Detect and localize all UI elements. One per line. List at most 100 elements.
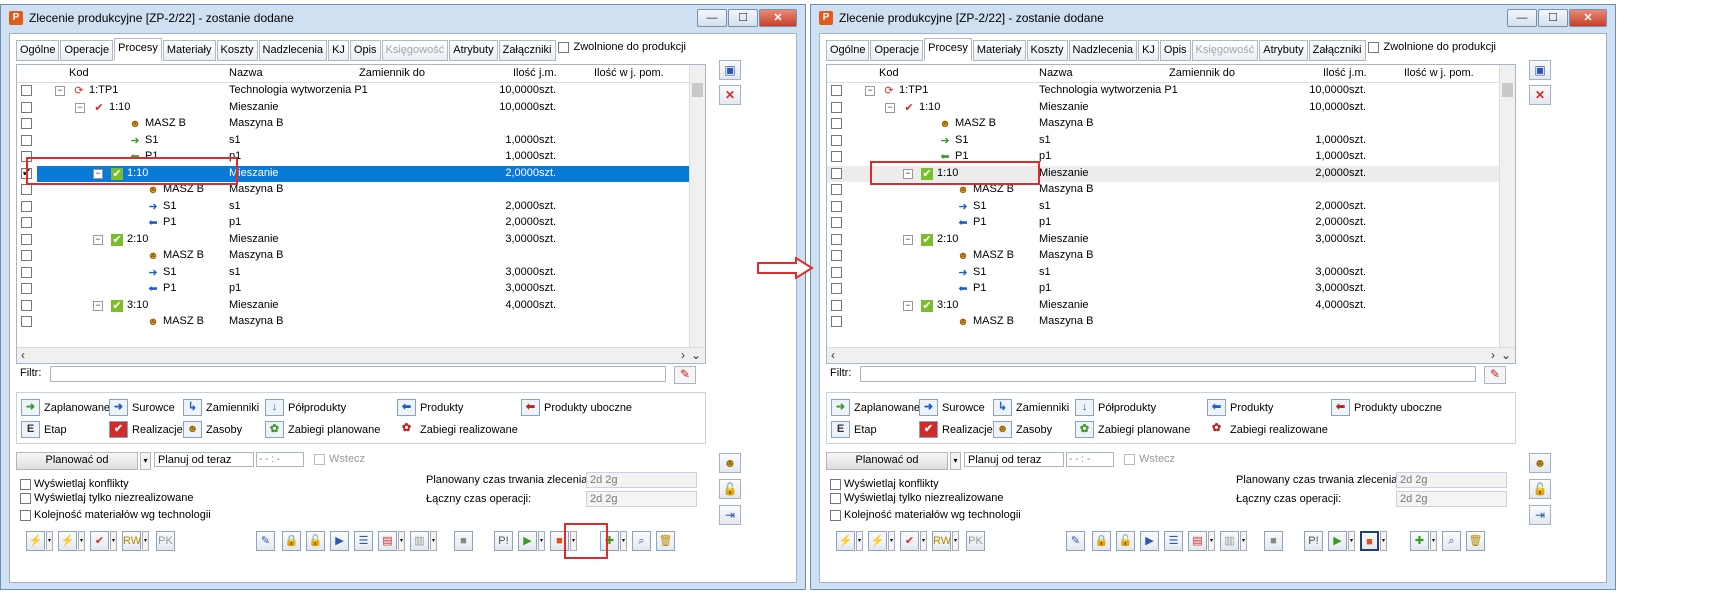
row-checkbox[interactable] [831, 101, 842, 113]
report-button[interactable]: P! [1304, 531, 1323, 551]
collapse-icon[interactable]: − [55, 86, 65, 96]
table-row[interactable]: ☻ MASZ B Maszyna B [17, 116, 689, 132]
row-checkbox[interactable] [21, 85, 32, 96]
list-button[interactable]: ☰ [354, 531, 373, 551]
lock-button[interactable]: 🔓 [719, 479, 741, 499]
scroll-right-icon[interactable]: › [681, 348, 685, 362]
table-row[interactable]: ☻ MASZ B Maszyna B [17, 248, 689, 264]
table-row[interactable]: ☻ MASZ B Maszyna B [827, 116, 1499, 132]
row-checkbox[interactable] [21, 266, 32, 278]
tab-atrybuty[interactable]: Atrybuty [1259, 40, 1308, 61]
col-ilosc-pom[interactable]: Ilość w j. pom. [594, 67, 664, 79]
table-row[interactable]: − ⟳ 1:TP1 Technologia wytworzenia P1 10,0000… [827, 83, 1499, 99]
table-row[interactable]: ⬅ P1 p1 3,0000 szt. [17, 281, 689, 297]
row-checkbox[interactable] [21, 233, 32, 245]
row-checkbox[interactable] [21, 200, 32, 212]
vertical-scrollbar[interactable] [1499, 65, 1515, 347]
table-row[interactable]: ➜ S1 s1 2,0000 szt. [827, 199, 1499, 215]
collapse-icon[interactable]: − [93, 300, 103, 311]
unlock-button[interactable]: 🔓 [1116, 531, 1135, 551]
checkbox[interactable] [20, 478, 31, 490]
bolt-green-button[interactable]: ⚡ [868, 531, 887, 551]
tab-załączniki[interactable]: Załączniki [498, 40, 556, 61]
col-jm[interactable]: j.m. [539, 67, 557, 79]
table-row[interactable]: ☻ MASZ B Maszyna B [17, 314, 689, 330]
tab-materiały[interactable]: Materiały [972, 40, 1026, 61]
check-red-tool-dropdown[interactable]: ▾ [110, 531, 117, 551]
stop-dropdown[interactable]: ▾ [1380, 531, 1387, 551]
row-checkbox[interactable] [831, 200, 842, 212]
bolt-orange-dropdown[interactable]: ▾ [856, 531, 863, 551]
tab-nadzlecenia[interactable]: Nadzlecenia [1068, 40, 1138, 61]
bolt-green-button[interactable]: ⚡ [58, 531, 77, 551]
plan-from-dropdown[interactable]: ▾ [140, 452, 151, 470]
clear-filter-button[interactable]: ✎ [674, 366, 696, 384]
collapse-icon[interactable]: − [865, 86, 875, 96]
pin-button[interactable]: ⇥ [719, 505, 741, 525]
row-checkbox[interactable] [831, 250, 842, 261]
bolt-orange-dropdown[interactable]: ▾ [46, 531, 53, 551]
add-button[interactable]: ✚ [1410, 531, 1429, 551]
collapse-icon[interactable]: − [93, 234, 103, 245]
tab-ogólne[interactable]: Ogólne [16, 40, 60, 61]
row-checkbox[interactable] [21, 118, 32, 129]
table-row[interactable]: − ✔ 1:10 Mieszanie 10,0000 szt. [17, 100, 689, 116]
row-checkbox[interactable] [21, 250, 32, 261]
lock-button[interactable]: 🔒 [1092, 531, 1111, 551]
checkbox[interactable] [830, 509, 841, 521]
row-checkbox[interactable] [831, 233, 842, 245]
checkbox[interactable] [20, 492, 31, 504]
process-grid[interactable]: Kod Nazwa Zamiennik do Ilość j.m. Ilość … [16, 64, 706, 364]
release-checkbox[interactable]: Zwolnione do produkcji [1368, 41, 1496, 53]
table-row[interactable]: − ✔ 3:10 Mieszanie 4,0000 szt. [827, 298, 1499, 314]
scroll-down-icon[interactable]: ⌄ [1501, 348, 1511, 362]
scroll-down-icon[interactable]: ⌄ [691, 348, 701, 362]
row-checkbox[interactable] [831, 151, 842, 162]
checkbox[interactable] [1368, 41, 1380, 53]
magic-button[interactable]: ✎ [1066, 531, 1085, 551]
pk-button[interactable]: PK [966, 531, 985, 551]
checkbox[interactable] [20, 509, 31, 521]
col-zamiennik[interactable]: Zamiennik do [1169, 67, 1235, 79]
export-button[interactable]: ▶ [330, 531, 349, 551]
collapse-icon[interactable]: − [75, 102, 85, 113]
checkbox[interactable] [830, 492, 841, 504]
horizontal-scrollbar[interactable]: ‹ › ⌄ [17, 347, 705, 363]
gantt-dropdown[interactable]: ▾ [398, 531, 405, 551]
rw-dropdown[interactable]: ▾ [142, 531, 149, 551]
table-row[interactable]: ➜ S1 s1 1,0000 szt. [827, 133, 1499, 149]
list-button[interactable]: ☰ [1164, 531, 1183, 551]
option-material-order[interactable]: Kolejność materiałów wg technologii [20, 509, 211, 521]
play-button[interactable]: ▶ [518, 531, 537, 551]
vertical-scrollbar[interactable] [689, 65, 705, 347]
row-checkbox[interactable] [831, 184, 842, 195]
col-nazwa[interactable]: Nazwa [1039, 67, 1073, 79]
collapse-icon[interactable]: − [903, 300, 913, 311]
tab-kj[interactable]: KJ [328, 40, 349, 61]
row-checkbox[interactable] [831, 299, 842, 311]
row-checkbox[interactable] [21, 217, 32, 228]
chart-button[interactable]: ▥ [1220, 531, 1239, 551]
row-checkbox[interactable] [21, 299, 32, 311]
tab-procesy[interactable]: Procesy [114, 38, 162, 61]
table-row[interactable]: ☻ MASZ B Maszyna B [827, 248, 1499, 264]
tab-materiały[interactable]: Materiały [162, 40, 216, 61]
rw-dropdown[interactable]: ▾ [952, 531, 959, 551]
col-ilosc[interactable]: Ilość [1323, 67, 1346, 79]
gantt-dropdown[interactable]: ▾ [1208, 531, 1215, 551]
lock-button[interactable]: 🔒 [282, 531, 301, 551]
gantt-button[interactable]: ▤ [378, 531, 397, 551]
table-row[interactable]: − ✔ 2:10 Mieszanie 3,0000 szt. [827, 232, 1499, 248]
pk-button[interactable]: PK [156, 531, 175, 551]
check-red-tool-button[interactable]: ✔ [90, 531, 109, 551]
play-dropdown[interactable]: ▾ [1348, 531, 1355, 551]
checkbox[interactable] [314, 453, 325, 465]
scroll-right-icon[interactable]: › [1491, 348, 1495, 362]
col-ilosc-pom[interactable]: Ilość w j. pom. [1404, 67, 1474, 79]
scroll-left-icon[interactable]: ‹ [831, 348, 835, 362]
add-dropdown[interactable]: ▾ [1430, 531, 1437, 551]
plan-mode-select[interactable]: Planuj od teraz [964, 452, 1064, 467]
unlock-button[interactable]: 🔓 [306, 531, 325, 551]
col-jm[interactable]: j.m. [1349, 67, 1367, 79]
row-checkbox[interactable] [831, 217, 842, 228]
